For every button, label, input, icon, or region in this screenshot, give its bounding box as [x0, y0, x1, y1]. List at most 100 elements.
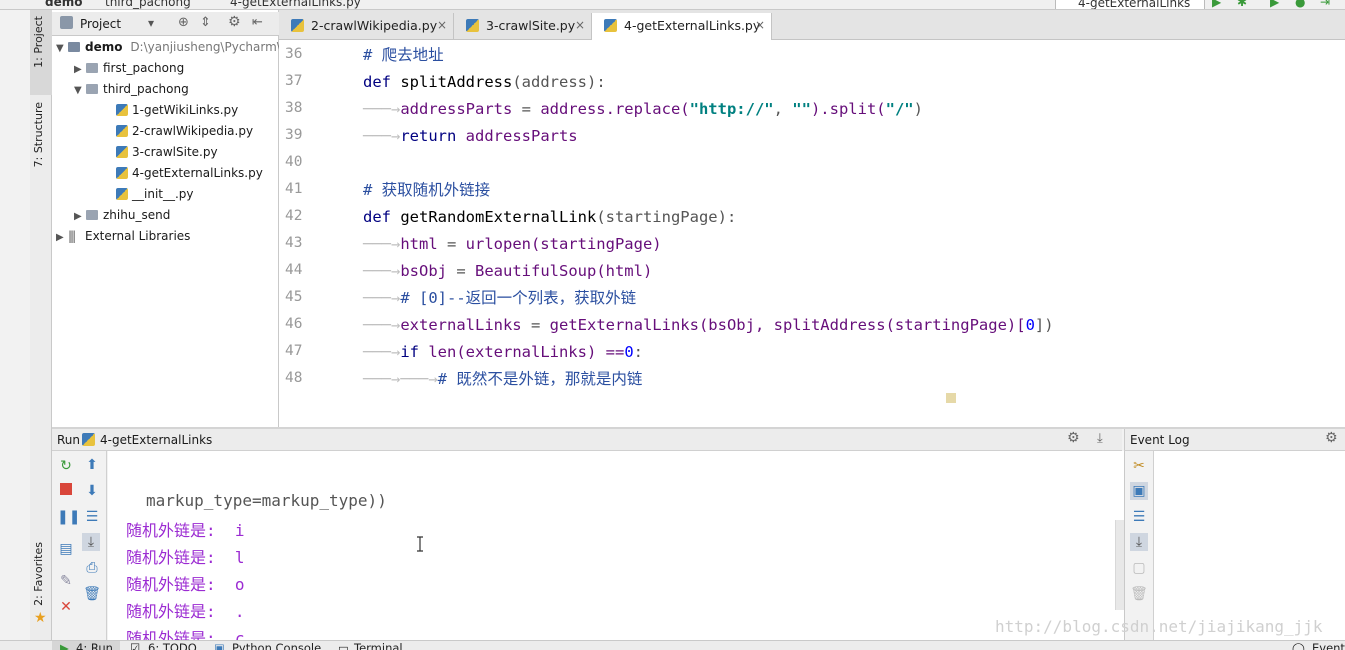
python-file-icon: [116, 146, 128, 158]
breadcrumb-file[interactable]: 4-getExternalLinks.py: [230, 0, 361, 9]
scroll-to-end-icon[interactable]: ⤓: [1130, 533, 1148, 551]
tab-python-console[interactable]: ▣ Python Console: [210, 641, 328, 650]
chevron-right-icon[interactable]: ▶: [74, 206, 86, 227]
python-file-icon: [116, 188, 128, 200]
tree-item-label: zhihu_send: [103, 208, 171, 222]
tab-4-getexternallinks[interactable]: 4-getExternalLinks.py ×: [592, 13, 772, 40]
navigation-bar: demo third_pachong 4-getExternalLinks.py…: [0, 0, 1345, 10]
gear-icon[interactable]: ⚙: [1325, 430, 1338, 446]
breadcrumb-root[interactable]: demo: [45, 0, 82, 9]
watermark: http://blog.csdn.net/jiajikang_jjk: [995, 617, 1323, 636]
tree-item-external-libraries[interactable]: ▶ ||| External Libraries: [56, 226, 190, 247]
close-icon[interactable]: ✕: [57, 598, 75, 616]
gear-icon[interactable]: ⚙: [228, 14, 241, 30]
tree-root-path: D:\yanjiusheng\Pycharm\: [130, 40, 281, 54]
project-view-select[interactable]: Project: [80, 17, 121, 31]
chevron-right-icon[interactable]: ▶: [56, 227, 68, 248]
tree-item-file[interactable]: 4-getExternalLinks.py: [116, 163, 263, 184]
tree-item-zhihu-send[interactable]: ▶ zhihu_send: [74, 205, 170, 226]
rerun-icon[interactable]: ↻: [57, 457, 75, 475]
code-editor[interactable]: # 爬去地址 def splitAddress(address): ───→ad…: [330, 40, 1345, 427]
line-number: 37: [285, 73, 303, 89]
favorites-tool-label[interactable]: 2: Favorites: [32, 542, 45, 606]
event-log-button[interactable]: ◯ Event: [1290, 641, 1345, 650]
code-line-41: # 获取随机外链接: [363, 181, 491, 199]
line-number: 39: [285, 127, 303, 143]
tree-item-label: __init__.py: [132, 187, 194, 201]
print-icon[interactable]: ⎙: [83, 559, 101, 577]
line-number: 44: [285, 262, 303, 278]
step-icon[interactable]: ⇥: [1320, 0, 1330, 9]
tree-item-first-pachong[interactable]: ▶ first_pachong: [74, 58, 184, 79]
run-panel-label: Run: [57, 433, 81, 447]
chevron-down-icon[interactable]: ▼: [56, 38, 68, 59]
tab-label: 4-getExternalLinks.py: [624, 18, 761, 33]
tab-2-crawlwikipedia[interactable]: 2-crawlWikipedia.py ×: [279, 13, 454, 40]
folder-icon: [86, 84, 98, 94]
soft-wrap-icon[interactable]: ☰: [83, 508, 101, 526]
collapse-all-icon[interactable]: ⇕: [200, 15, 211, 30]
scroll-to-end-icon[interactable]: ⤓: [82, 533, 100, 551]
code-line-37: def splitAddress(address):: [363, 73, 606, 91]
run-icon[interactable]: ▶: [1212, 0, 1221, 9]
arrow-down-icon[interactable]: ⬇: [83, 482, 101, 500]
tab-python-console-label: Python Console: [232, 641, 322, 650]
warning-marker[interactable]: [946, 393, 956, 403]
tab-run[interactable]: ▶ 4: Run: [52, 641, 120, 650]
tree-item-file[interactable]: 3-crawlSite.py: [116, 142, 218, 163]
breadcrumb-folder[interactable]: third_pachong: [105, 0, 191, 9]
close-icon[interactable]: ×: [437, 13, 447, 38]
arrow-up-icon[interactable]: ⬆: [83, 456, 101, 474]
soft-wrap-icon[interactable]: ☰: [1130, 508, 1148, 526]
run-panel-header: Run 4-getExternalLinks ⚙ ⤓: [52, 429, 1122, 451]
pause-icon[interactable]: ❚❚: [57, 508, 80, 526]
trash-icon[interactable]: 🗑: [83, 585, 101, 603]
tab-todo[interactable]: ☑ 6: TODO: [126, 641, 204, 650]
folder-icon: [68, 42, 80, 52]
chevron-down-icon[interactable]: ▼: [74, 80, 86, 101]
tree-item-file[interactable]: 1-getWikiLinks.py: [116, 100, 238, 121]
tree-item-label: 4-getExternalLinks.py: [132, 166, 263, 180]
balloon-icon[interactable]: ▣: [1130, 482, 1148, 500]
bottom-tool-bar: ▶ 4: Run ☑ 6: TODO ▣ Python Console ▭ Te…: [0, 640, 1345, 650]
coverage-icon[interactable]: ▶: [1270, 0, 1279, 9]
profile-icon[interactable]: ●: [1295, 0, 1305, 9]
event-log-body[interactable]: [1154, 451, 1345, 640]
terminal-icon: ▭: [338, 641, 349, 650]
tree-item-file[interactable]: 2-crawlWikipedia.py: [116, 121, 253, 142]
hide-panel-icon[interactable]: ⇤: [252, 15, 263, 30]
line-number: 40: [285, 154, 303, 170]
console-output[interactable]: markup_type=markup_type)) 随机外链是: i 随机外链是…: [108, 451, 1124, 640]
project-tool-button[interactable]: 1: Project: [30, 10, 52, 95]
trash-icon[interactable]: 🗑: [1130, 585, 1148, 603]
line-number: 43: [285, 235, 303, 251]
pin-icon[interactable]: ✎: [57, 572, 75, 590]
run-config-select[interactable]: 4-getExternalLinks: [1055, 0, 1206, 9]
debug-icon[interactable]: ✱: [1237, 0, 1247, 9]
project-view-icon: [60, 16, 73, 29]
structure-tool-label[interactable]: 7: Structure: [32, 102, 45, 167]
chevron-right-icon[interactable]: ▶: [74, 59, 86, 80]
line-number: 48: [285, 370, 303, 386]
python-file-icon: [604, 19, 617, 32]
window-left-edge: [0, 10, 30, 640]
tree-item-third-pachong[interactable]: ▼ third_pachong: [74, 79, 189, 100]
stop-icon[interactable]: [57, 482, 75, 500]
project-tool-label: 1: Project: [32, 16, 45, 68]
tree-root-demo[interactable]: ▼ demo D:\yanjiusheng\Pycharm\: [56, 37, 281, 58]
hide-panel-icon[interactable]: ⤓: [1097, 431, 1103, 446]
console-scrollbar[interactable]: [1115, 520, 1124, 610]
tab-terminal-label: Terminal: [354, 641, 403, 650]
scroll-from-source-icon[interactable]: ⊕: [178, 15, 189, 30]
gear-icon[interactable]: ⚙: [1067, 430, 1080, 446]
tab-terminal[interactable]: ▭ Terminal: [334, 641, 414, 650]
tree-item-file[interactable]: __init__.py: [116, 184, 194, 205]
close-icon[interactable]: ×: [755, 13, 765, 38]
close-icon[interactable]: ×: [575, 13, 585, 38]
chevron-down-icon[interactable]: ▾: [148, 16, 154, 30]
layout-icon[interactable]: ▤: [57, 540, 75, 558]
settings-wrench-icon[interactable]: ✂: [1130, 457, 1148, 475]
tab-3-crawlsite[interactable]: 3-crawlSite.py ×: [454, 13, 592, 40]
mark-read-icon[interactable]: ▢: [1130, 559, 1148, 577]
python-file-icon: [466, 19, 479, 32]
